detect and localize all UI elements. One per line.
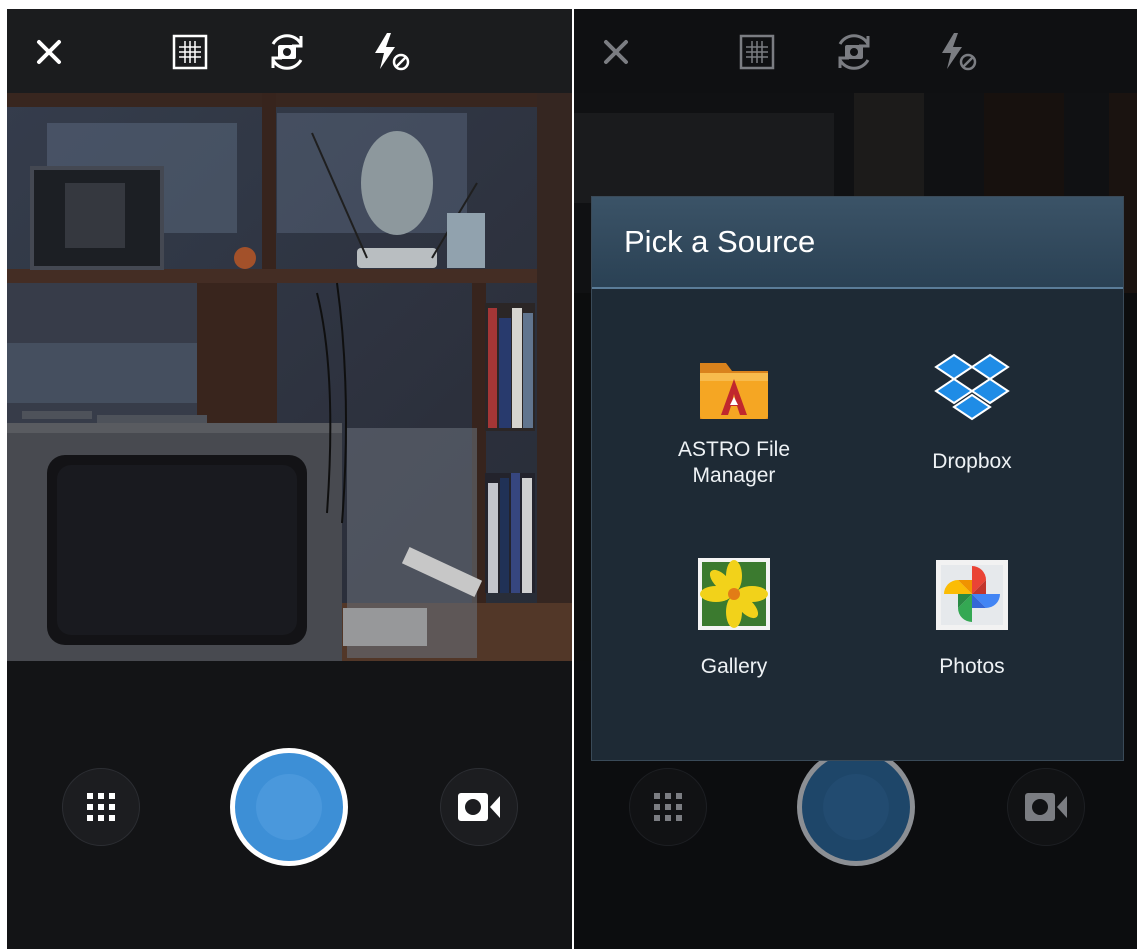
dialog-header: Pick a Source [592, 197, 1123, 289]
flash-off-icon [932, 27, 982, 77]
source-dropbox[interactable]: Dropbox [847, 349, 1097, 475]
camera-toolbar [574, 9, 1137, 93]
source-picker-screen: Pick a Source ASTRO File Manager Dropbox… [574, 9, 1137, 949]
gallery-icon [694, 554, 774, 634]
close-icon[interactable] [24, 27, 74, 77]
source-gallery[interactable]: Gallery [609, 554, 859, 680]
apps-grid-button [629, 768, 707, 846]
source-label: Photos [939, 655, 1005, 678]
flash-off-icon[interactable] [365, 27, 415, 77]
video-mode-button [1007, 768, 1085, 846]
apps-grid-icon [87, 793, 115, 821]
video-camera-icon [458, 793, 500, 821]
camera-controls [7, 661, 572, 949]
shutter-button[interactable] [230, 748, 348, 866]
source-grid: ASTRO File Manager Dropbox Gallery Photo… [592, 289, 1123, 759]
switch-camera-icon [829, 27, 879, 77]
camera-viewfinder [7, 93, 572, 661]
source-label: Dropbox [932, 450, 1012, 473]
source-photos[interactable]: Photos [847, 554, 1097, 680]
switch-camera-icon[interactable] [262, 27, 312, 77]
source-label: ASTRO File Manager [677, 438, 790, 487]
camera-toolbar [7, 9, 572, 93]
apps-grid-icon [654, 793, 682, 821]
grid-icon[interactable] [165, 27, 215, 77]
source-label: Gallery [700, 655, 768, 678]
dropbox-icon [932, 349, 1012, 429]
video-mode-button[interactable] [440, 768, 518, 846]
camera-screen [7, 9, 572, 949]
dialog-title: Pick a Source [624, 224, 816, 259]
source-astro-file-manager[interactable]: ASTRO File Manager [609, 349, 859, 489]
shutter-button [797, 748, 915, 866]
pick-source-dialog: Pick a Source ASTRO File Manager Dropbox… [591, 196, 1124, 761]
grid-icon [732, 27, 782, 77]
video-camera-icon [1025, 793, 1067, 821]
astro-folder-icon [694, 349, 774, 429]
photos-pinwheel-icon [932, 554, 1012, 634]
room-photo [7, 93, 572, 661]
close-icon [591, 27, 641, 77]
apps-grid-button[interactable] [62, 768, 140, 846]
